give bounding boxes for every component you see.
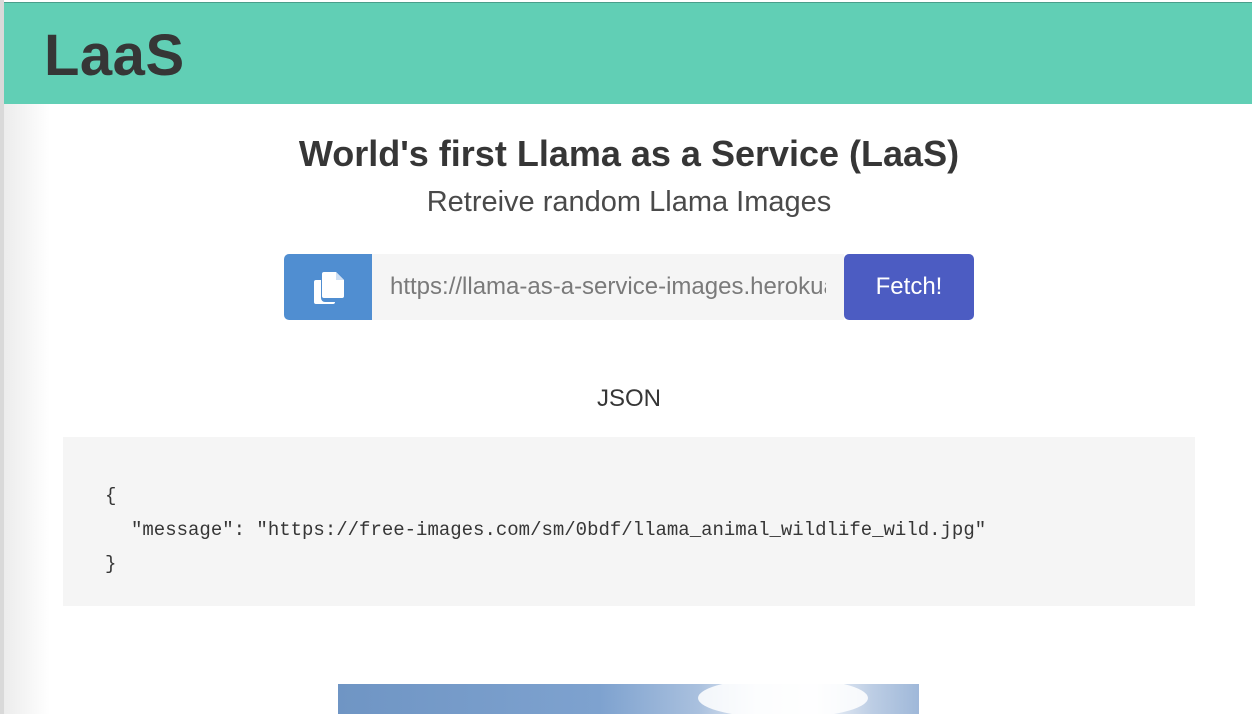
cloud-shape bbox=[698, 684, 868, 714]
brand-logo[interactable]: LaaS bbox=[44, 21, 185, 91]
json-line: { bbox=[105, 485, 117, 507]
fetch-form: Fetch! bbox=[284, 254, 974, 320]
llama-image bbox=[338, 684, 919, 714]
fetch-button[interactable]: Fetch! bbox=[844, 254, 974, 320]
navbar: LaaS bbox=[4, 2, 1252, 104]
json-line: "message": "https://free-images.com/sm/0… bbox=[131, 519, 987, 541]
page-title: World's first Llama as a Service (LaaS) bbox=[298, 133, 960, 174]
window-edge-right bbox=[1252, 0, 1258, 714]
page: LaaS World's first Llama as a Service (L… bbox=[0, 0, 1258, 714]
json-heading: JSON bbox=[596, 385, 661, 412]
json-line: } bbox=[105, 553, 117, 575]
json-output: { "message": "https://free-images.com/sm/… bbox=[63, 437, 1195, 606]
copy-icon bbox=[314, 272, 344, 304]
url-input[interactable] bbox=[372, 254, 844, 320]
page-subtitle: Retreive random Llama Images bbox=[426, 186, 832, 218]
copy-button[interactable] bbox=[284, 254, 372, 320]
